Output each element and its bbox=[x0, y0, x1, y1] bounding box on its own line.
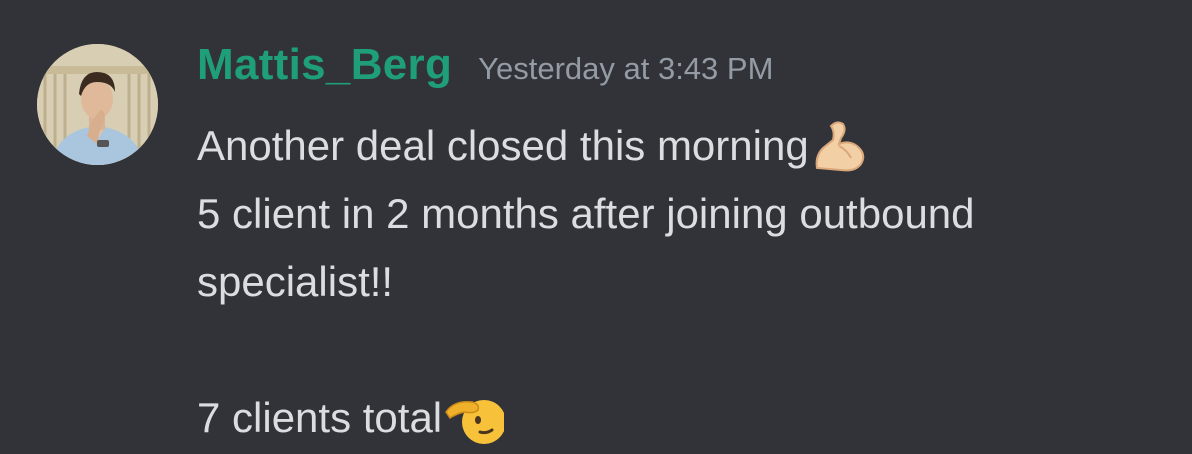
message-text: specialist!! bbox=[197, 258, 394, 305]
message-content: Another deal closed this morning 5 clien… bbox=[197, 112, 1157, 452]
message-line: Another deal closed this morning bbox=[197, 112, 1157, 180]
message-text: Another deal closed this morning bbox=[197, 122, 809, 169]
message-line: 5 client in 2 months after joining outbo… bbox=[197, 180, 1157, 248]
message-text: 5 client in 2 months after joining outbo… bbox=[197, 190, 975, 237]
profile-photo bbox=[37, 44, 158, 165]
avatar[interactable] bbox=[37, 44, 158, 165]
message-line: 7 clients total bbox=[197, 384, 1157, 452]
chat-message: Mattis_Berg Yesterday at 3:43 PM Another… bbox=[0, 0, 1192, 454]
message-header: Mattis_Berg Yesterday at 3:43 PM bbox=[197, 40, 773, 90]
username[interactable]: Mattis_Berg bbox=[197, 40, 452, 90]
saluting-face-icon bbox=[444, 390, 505, 446]
timestamp[interactable]: Yesterday at 3:43 PM bbox=[478, 51, 773, 87]
flexed-biceps-icon bbox=[811, 118, 867, 174]
message-text: 7 clients total bbox=[197, 394, 443, 441]
message-line: specialist!! bbox=[197, 248, 1157, 316]
